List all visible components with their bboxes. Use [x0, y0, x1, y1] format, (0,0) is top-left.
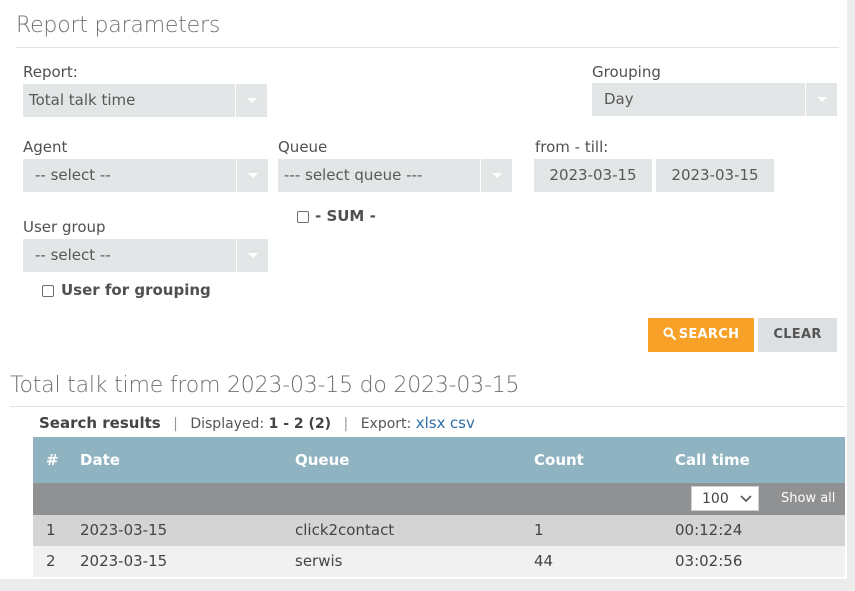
user-group-select-value: -- select -- — [35, 246, 111, 264]
column-header-count[interactable]: Count — [534, 437, 584, 483]
chevron-down-icon — [235, 84, 267, 117]
grouping-select[interactable]: Day — [592, 83, 837, 116]
displayed-label: Displayed: — [190, 416, 265, 432]
row-number: 2 — [46, 552, 56, 570]
per-page-value: 100 — [702, 491, 729, 507]
agent-label: Agent — [23, 138, 68, 156]
grouping-label: Grouping — [592, 63, 661, 81]
agent-select-value: -- select -- — [35, 166, 111, 184]
search-icon — [663, 327, 676, 341]
report-label: Report: — [23, 63, 78, 81]
export-csv-link[interactable]: csv — [450, 414, 475, 432]
sum-checkbox-label: - SUM - — [315, 207, 376, 225]
report-select[interactable]: Total talk time — [23, 84, 267, 117]
column-header-number[interactable]: # — [46, 437, 59, 483]
row-queue: serwis — [295, 552, 343, 570]
title-divider — [16, 47, 839, 48]
user-for-grouping-label: User for grouping — [61, 281, 211, 299]
row-count: 44 — [534, 552, 554, 570]
pager-bar: 100 Show all — [33, 483, 845, 515]
report-select-value: Total talk time — [29, 91, 136, 109]
table-row[interactable]: 1 2023-03-15 click2contact 1 00:12:24 — [33, 515, 845, 546]
displayed-value: 1 - 2 (2) — [268, 416, 332, 432]
chevron-down-icon — [480, 159, 512, 192]
results-divider — [10, 406, 845, 407]
row-date: 2023-03-15 — [80, 521, 168, 539]
column-header-queue[interactable]: Queue — [295, 437, 349, 483]
user-for-grouping-checkbox[interactable] — [42, 285, 54, 297]
row-number: 1 — [46, 521, 56, 539]
row-call-time: 03:02:56 — [675, 552, 743, 570]
search-button[interactable]: SEARCH — [648, 318, 754, 352]
chevron-down-icon — [236, 159, 268, 192]
grouping-select-value: Day — [604, 90, 634, 108]
chevron-down-icon — [236, 239, 268, 272]
table-row[interactable]: 2 2023-03-15 serwis 44 03:02:56 — [33, 546, 845, 577]
row-queue: click2contact — [295, 521, 395, 539]
row-date: 2023-03-15 — [80, 552, 168, 570]
queue-label: Queue — [278, 138, 328, 156]
agent-select[interactable]: -- select -- — [23, 159, 268, 192]
sum-checkbox[interactable] — [297, 211, 309, 223]
chevron-down-icon — [740, 495, 752, 503]
search-results-label: Search results — [39, 414, 161, 432]
show-all-link[interactable]: Show all — [781, 483, 835, 515]
report-params-title: Report parameters — [16, 13, 221, 38]
queue-select[interactable]: --- select queue --- — [278, 159, 512, 192]
column-header-call-time[interactable]: Call time — [675, 437, 750, 483]
results-info-bar: Search results | Displayed: 1 - 2 (2) | … — [39, 414, 475, 432]
user-group-label: User group — [23, 218, 106, 236]
date-till-input[interactable]: 2023-03-15 — [656, 159, 774, 192]
results-title: Total talk time from 2023-03-15 do 2023-… — [10, 373, 520, 398]
clear-button[interactable]: CLEAR — [758, 318, 837, 352]
table-header: # Date Queue Count Call time — [33, 437, 845, 483]
export-xlsx-link[interactable]: xlsx — [416, 414, 446, 432]
date-range-label: from - till: — [535, 138, 609, 156]
row-count: 1 — [534, 521, 544, 539]
row-call-time: 00:12:24 — [675, 521, 743, 539]
date-from-input[interactable]: 2023-03-15 — [534, 159, 652, 192]
export-label: Export: — [360, 416, 412, 432]
column-header-date[interactable]: Date — [80, 437, 120, 483]
chevron-down-icon — [805, 83, 837, 116]
per-page-select[interactable]: 100 — [691, 486, 759, 511]
user-group-select[interactable]: -- select -- — [23, 239, 268, 272]
search-button-label: SEARCH — [678, 327, 740, 342]
queue-select-value: --- select queue --- — [284, 166, 423, 184]
